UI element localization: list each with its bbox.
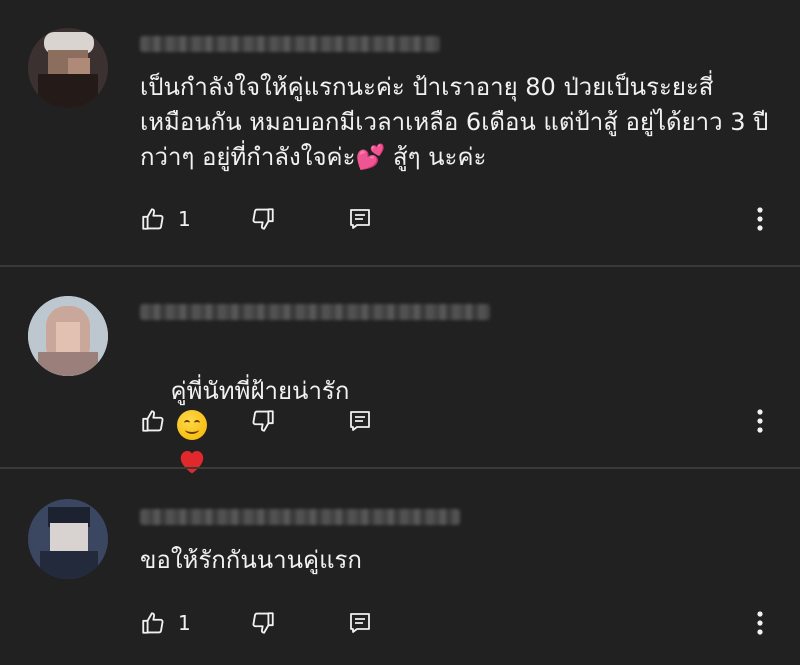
avatar[interactable] bbox=[28, 28, 108, 108]
reply-button[interactable] bbox=[348, 199, 372, 239]
comment-author-meta[interactable] bbox=[140, 304, 490, 320]
dislike-button[interactable] bbox=[250, 603, 276, 643]
comment-actions: 1 bbox=[140, 199, 780, 239]
comment-author-meta[interactable] bbox=[140, 36, 440, 52]
like-button[interactable] bbox=[140, 401, 178, 441]
comment-actions: 1 bbox=[140, 603, 780, 643]
more-vert-icon bbox=[757, 611, 763, 635]
thumbs-up-icon bbox=[142, 410, 164, 432]
more-vert-icon bbox=[757, 207, 763, 231]
like-count: 1 bbox=[178, 611, 191, 635]
reply-comment-icon bbox=[350, 209, 370, 229]
dislike-button[interactable] bbox=[250, 401, 276, 441]
thumbs-down-icon bbox=[252, 410, 274, 432]
comment-2: คู่พี่นัทพี่ฝ้ายน่ารัก bbox=[0, 266, 800, 474]
comment-3: ขอให้รักกันนานคู่แรก 1 bbox=[0, 469, 800, 665]
thumbs-up-icon bbox=[142, 208, 164, 230]
reply-button[interactable] bbox=[348, 603, 372, 643]
more-options-button[interactable] bbox=[740, 603, 780, 643]
reply-comment-icon bbox=[350, 411, 370, 431]
comment-text: ขอให้รักกันนานคู่แรก bbox=[140, 546, 362, 574]
more-vert-icon bbox=[757, 409, 763, 433]
avatar[interactable] bbox=[28, 499, 108, 579]
comment-1: เป็นกำลังใจให้คู่แรกนะค่ะ ป้าเราอายุ 80 … bbox=[0, 0, 800, 266]
comment-author-meta[interactable] bbox=[140, 509, 460, 525]
like-count: 1 bbox=[178, 207, 191, 231]
comment-text: เป็นกำลังใจให้คู่แรกนะค่ะ ป้าเราอายุ 80 … bbox=[140, 73, 769, 171]
dislike-button[interactable] bbox=[250, 199, 276, 239]
thumbs-down-icon bbox=[252, 612, 274, 634]
reply-comment-icon bbox=[350, 613, 370, 633]
like-button[interactable]: 1 bbox=[140, 603, 191, 643]
reply-button[interactable] bbox=[348, 401, 372, 441]
thumbs-down-icon bbox=[252, 208, 274, 230]
more-options-button[interactable] bbox=[740, 401, 780, 441]
more-options-button[interactable] bbox=[740, 199, 780, 239]
like-button[interactable]: 1 bbox=[140, 199, 191, 239]
comment-actions bbox=[140, 401, 780, 441]
avatar[interactable] bbox=[28, 296, 108, 376]
thumbs-up-icon bbox=[142, 612, 164, 634]
